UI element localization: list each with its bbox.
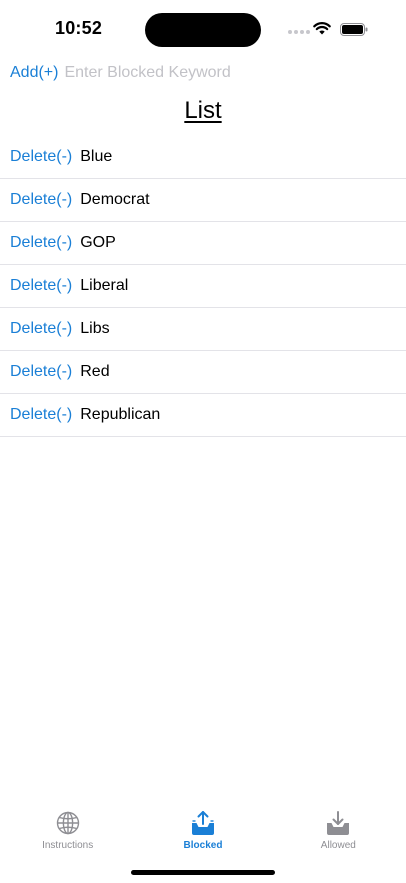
list-item: Delete(-) Republican — [0, 394, 406, 437]
delete-button[interactable]: Delete(-) — [10, 148, 72, 166]
keyword-label: GOP — [80, 234, 116, 251]
status-time: 10:52 — [55, 18, 103, 38]
keyword-label: Libs — [80, 320, 110, 337]
dynamic-island — [145, 13, 261, 47]
cellular-signal-icon — [288, 30, 310, 34]
add-button[interactable]: Add(+) — [10, 64, 58, 82]
tab-label: Blocked — [183, 840, 223, 851]
tab-allowed[interactable]: Allowed — [271, 806, 406, 856]
delete-button[interactable]: Delete(-) — [10, 406, 72, 424]
keyword-label: Republican — [80, 406, 161, 423]
battery-icon — [340, 23, 368, 36]
home-indicator[interactable] — [131, 870, 275, 875]
tray-upload-icon — [191, 811, 214, 835]
wifi-icon — [313, 22, 331, 35]
delete-button[interactable]: Delete(-) — [10, 191, 72, 209]
keyword-label: Red — [80, 363, 110, 380]
delete-button[interactable]: Delete(-) — [10, 363, 72, 381]
globe-icon — [56, 811, 79, 835]
keyword-label: Liberal — [80, 277, 129, 294]
add-keyword-row: Add(+) — [10, 60, 396, 86]
delete-button[interactable]: Delete(-) — [10, 277, 72, 295]
blocked-keyword-input[interactable] — [64, 64, 325, 82]
list-item: Delete(-) Liberal — [0, 265, 406, 308]
tab-bar: Instructions Blocked Allowed — [0, 806, 406, 856]
list-item: Delete(-) GOP — [0, 222, 406, 265]
keyword-label: Blue — [80, 148, 113, 165]
list-item: Delete(-) Blue — [0, 136, 406, 179]
list-item: Delete(-) Democrat — [0, 179, 406, 222]
blocked-keyword-list: Delete(-) Blue Delete(-) Democrat Delete… — [0, 136, 406, 437]
list-title: List — [184, 97, 222, 124]
list-item: Delete(-) Red — [0, 351, 406, 394]
delete-button[interactable]: Delete(-) — [10, 234, 72, 252]
keyword-label: Democrat — [80, 191, 150, 208]
tab-instructions[interactable]: Instructions — [0, 806, 135, 856]
tab-label: Instructions — [42, 840, 94, 851]
tab-blocked[interactable]: Blocked — [135, 806, 270, 856]
status-bar: 10:52 — [0, 0, 406, 58]
delete-button[interactable]: Delete(-) — [10, 320, 72, 338]
tray-download-icon — [327, 811, 350, 835]
list-item: Delete(-) Libs — [0, 308, 406, 351]
tab-label: Allowed — [320, 840, 356, 851]
